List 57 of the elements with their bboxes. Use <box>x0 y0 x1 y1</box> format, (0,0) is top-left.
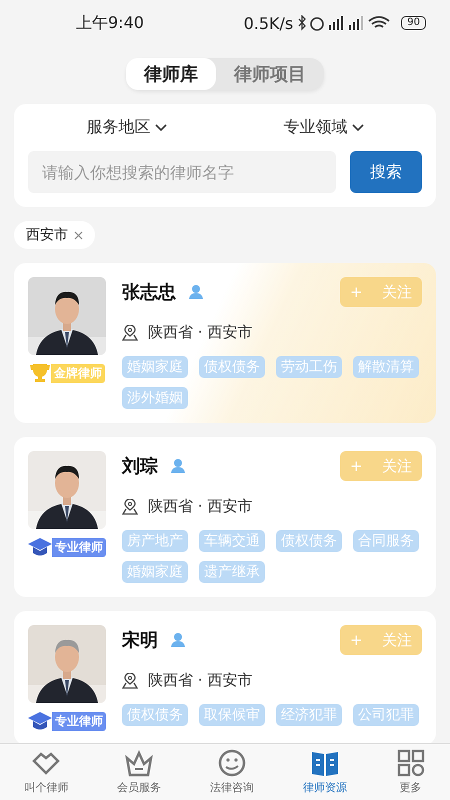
practice-tag: 合同服务 <box>353 530 419 552</box>
person-icon <box>170 458 186 474</box>
chevron-down-icon <box>352 124 364 132</box>
practice-tag: 债权债务 <box>276 530 342 552</box>
lawyer-card[interactable]: 专业律师 刘琮 + 关注 陕西省 · 西安市 房产地产 车辆交通 债权债务 合同服务 婚姻家庭 遗产继承 <box>14 437 436 597</box>
practice-tag: 取保候审 <box>199 704 265 726</box>
lawyer-name: 刘琮 <box>122 455 158 478</box>
search-field[interactable]: 请输入你想搜索的律师名字 <box>28 151 336 193</box>
trophy-icon <box>29 363 51 383</box>
location-icon <box>122 324 138 340</box>
location-icon <box>122 498 138 514</box>
practice-tag: 解散清算 <box>353 356 419 378</box>
lawyer-location: 陕西省 · 西安市 <box>148 671 252 690</box>
lawyer-card[interactable]: 金牌律师 张志忠 + 关注 陕西省 · 西安市 婚姻家庭 债权债务 劳动工伤 解散清算 涉外婚姻 <box>14 263 436 423</box>
search-button[interactable]: 搜索 <box>350 151 422 193</box>
lawyer-badge: 专业律师 <box>52 538 106 556</box>
location-icon <box>122 672 138 688</box>
segment-tab[interactable]: 律师库 <box>126 58 216 90</box>
lawyer-badge: 金牌律师 <box>51 364 105 382</box>
practice-tag: 房产地产 <box>122 530 188 552</box>
practice-tag: 债权债务 <box>199 356 265 378</box>
network-speed: 0.5K/s <box>244 14 294 32</box>
lawyer-location: 陕西省 · 西安市 <box>148 323 252 342</box>
practice-tag: 遗产继承 <box>199 561 265 583</box>
practice-tag: 车辆交通 <box>199 530 265 552</box>
practice-tag: 劳动工伤 <box>276 356 342 378</box>
grid-icon <box>396 748 426 778</box>
nav-tab[interactable]: 律师资源 <box>296 744 353 800</box>
practice-tag: 婚姻家庭 <box>122 561 188 583</box>
filter-chip[interactable]: 西安市 <box>14 221 95 249</box>
battery-level: 90 <box>401 16 426 30</box>
crown-icon <box>124 748 154 778</box>
practice-tag: 涉外婚姻 <box>122 387 188 409</box>
person-icon <box>170 632 186 648</box>
practice-tag: 公司犯罪 <box>353 704 419 726</box>
practice-tag: 婚姻家庭 <box>122 356 188 378</box>
lawyer-badge: 专业律师 <box>52 712 106 730</box>
smile-icon <box>216 748 247 778</box>
status-time: 上午9:40 <box>76 12 145 34</box>
lawyer-location: 陕西省 · 西安市 <box>148 497 252 516</box>
person-icon <box>188 284 204 300</box>
lawyer-name: 宋明 <box>122 629 158 652</box>
nav-tab[interactable]: 叫个律师 <box>18 744 74 800</box>
practice-tag: 经济犯罪 <box>276 704 342 726</box>
lawyer-card[interactable]: 专业律师 宋明 + 关注 陕西省 · 西安市 债权债务 取保候审 经济犯罪 公司犯罪 <box>14 611 436 743</box>
filter-dropdown[interactable]: 服务地区 <box>80 116 172 139</box>
graduation-cap-icon <box>28 537 52 557</box>
nav-tab[interactable]: 法律咨询 <box>204 744 260 800</box>
close-icon[interactable] <box>74 230 83 240</box>
nav-tab[interactable]: 更多 <box>390 744 432 800</box>
lawyer-name: 张志忠 <box>122 281 176 304</box>
graduation-cap-icon <box>28 711 52 731</box>
chevron-down-icon <box>154 124 166 132</box>
practice-tag: 债权债务 <box>122 704 188 726</box>
nav-tab[interactable]: 会员服务 <box>111 744 168 800</box>
segment-tab[interactable]: 律师项目 <box>216 58 324 90</box>
filter-dropdown[interactable]: 专业领域 <box>278 116 370 139</box>
